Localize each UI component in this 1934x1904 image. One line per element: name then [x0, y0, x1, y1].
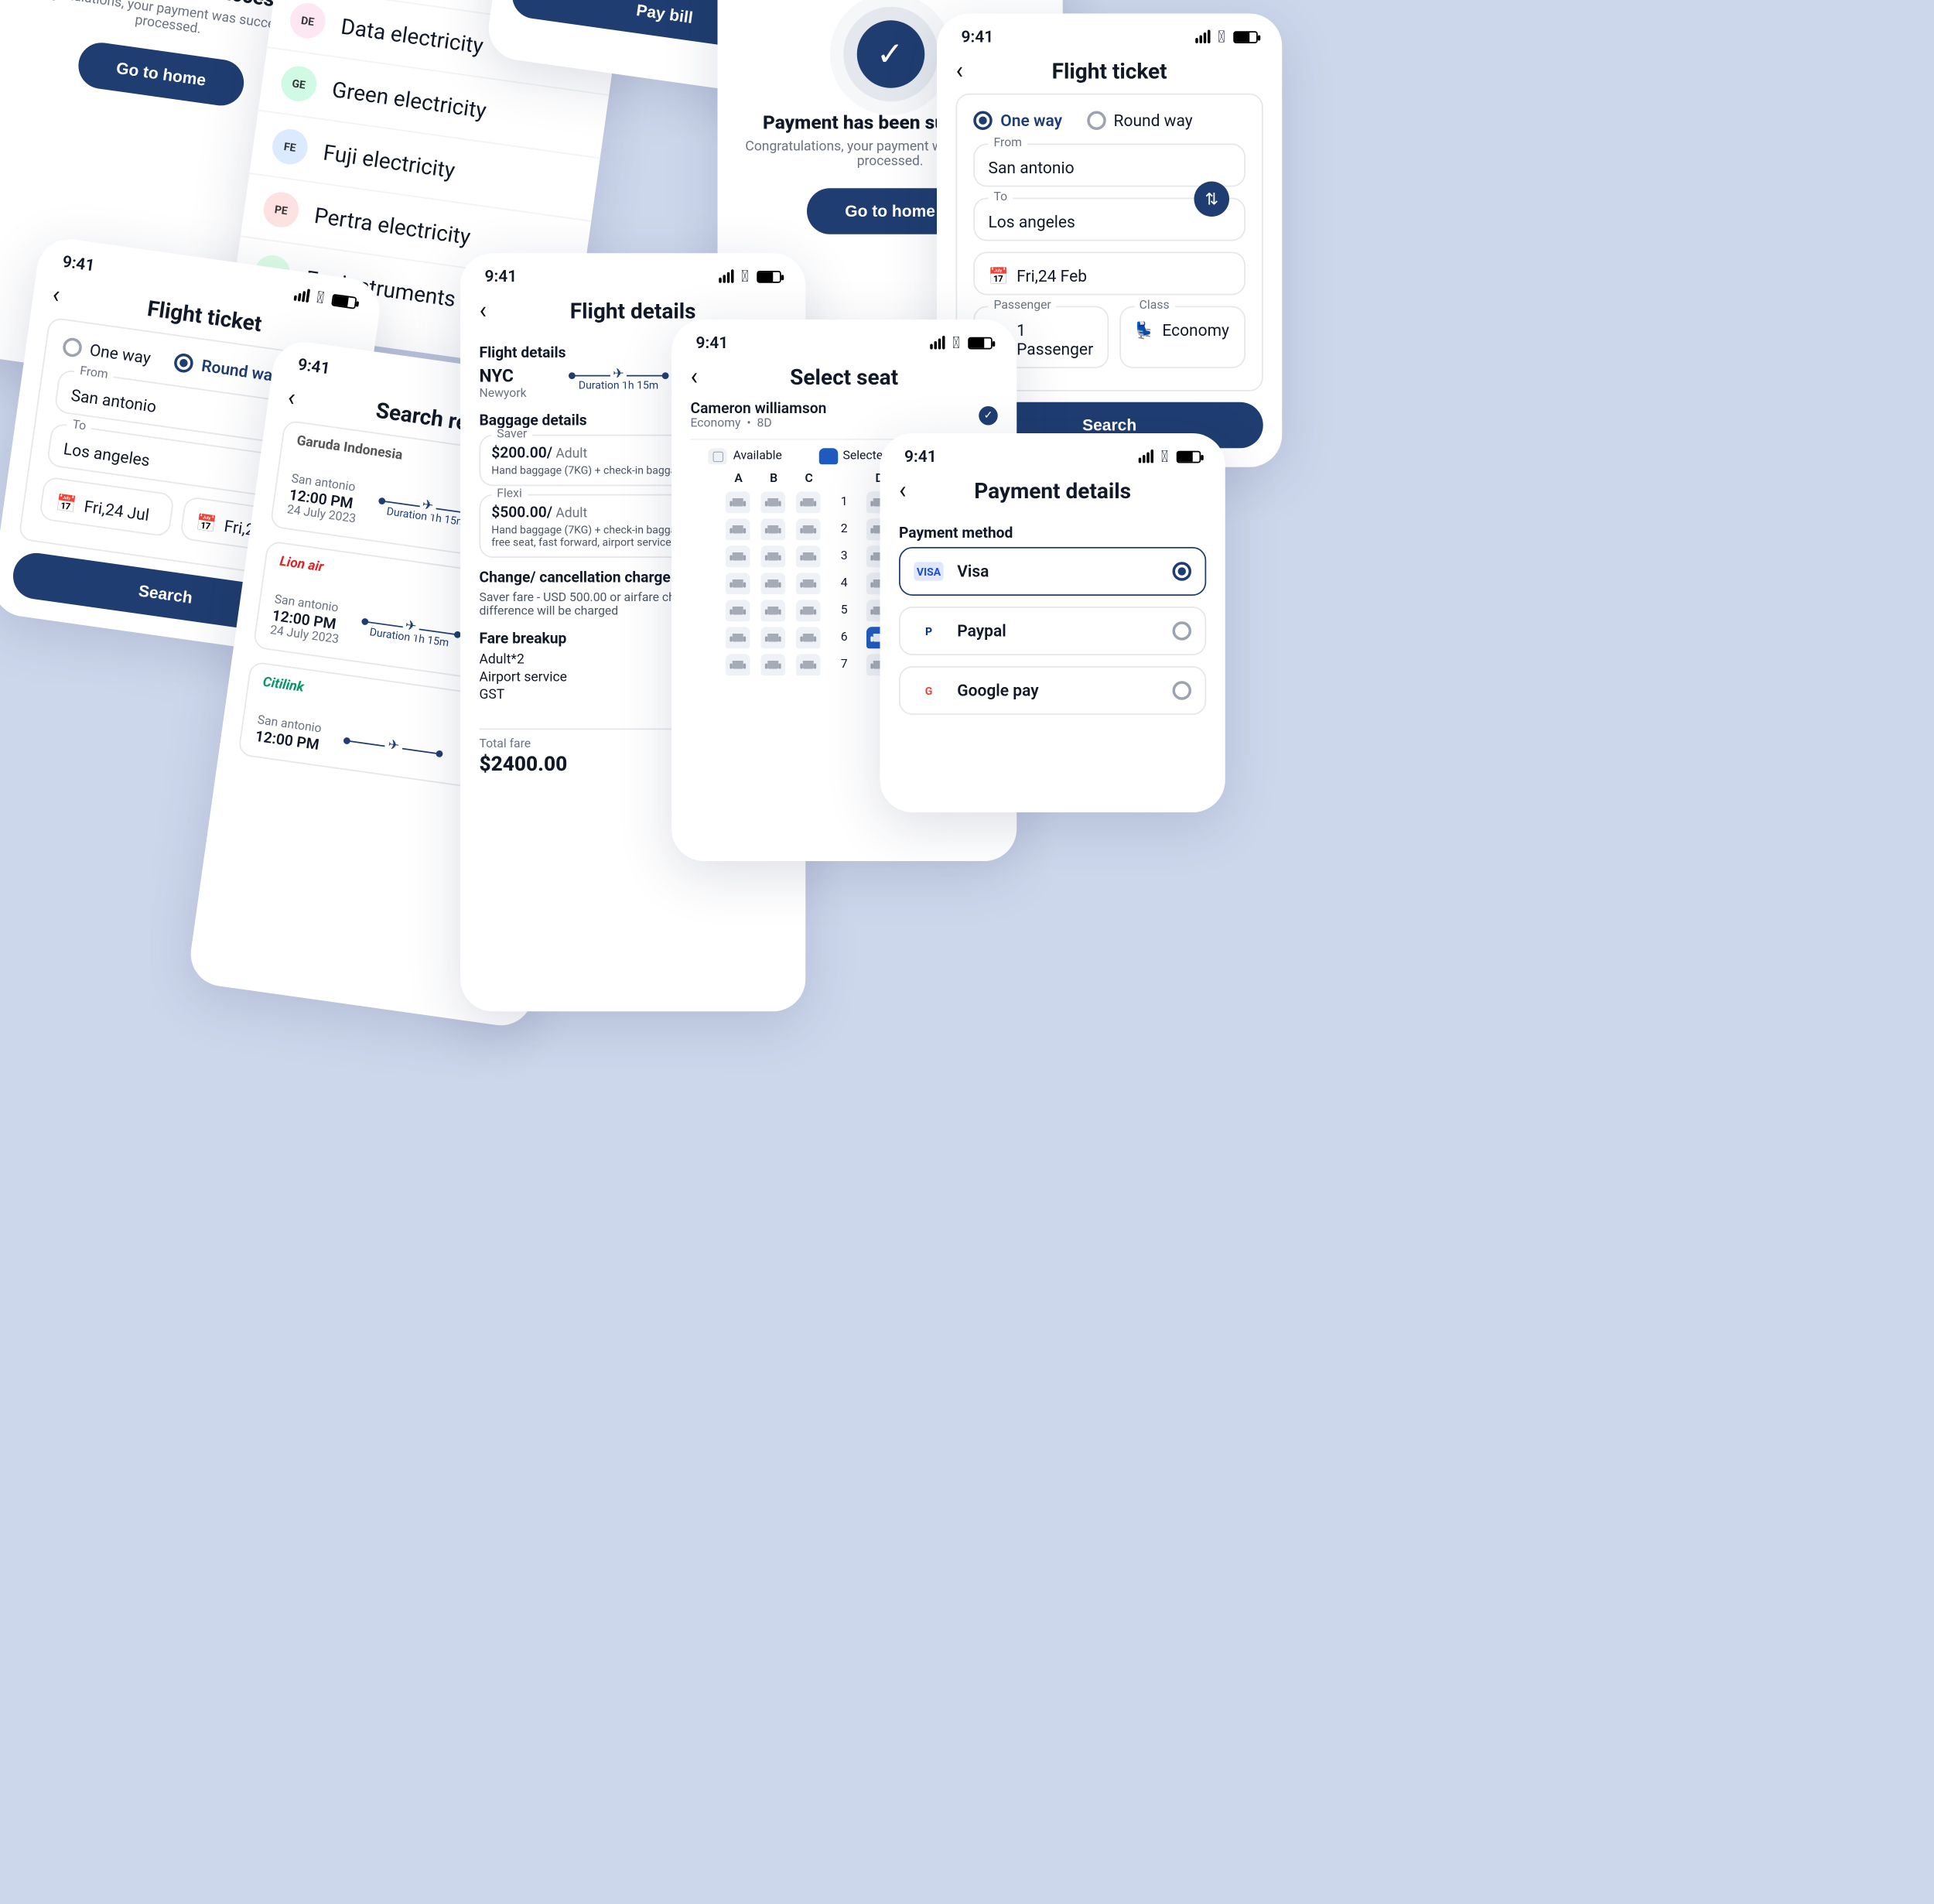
airline-name: Lion air	[276, 555, 324, 594]
check-icon: ✓	[979, 405, 998, 425]
screen-payment-details: 9:41􀙇 ‹ Payment details Payment method V…	[880, 433, 1225, 812]
radio-indicator	[1173, 562, 1192, 581]
seat[interactable]	[725, 518, 750, 540]
status-time: 9:41	[696, 333, 729, 353]
calendar-icon: 📅	[55, 493, 77, 514]
radio-indicator	[1173, 621, 1192, 641]
provider-name: Pertra electricity	[313, 202, 472, 249]
status-bar: 9:41 􀙇	[937, 14, 1282, 52]
status-time: 9:41	[485, 267, 518, 286]
status-indicators: 􀙇	[1195, 27, 1258, 46]
provider-logo: DE	[288, 1, 327, 40]
status-time: 9:41	[904, 447, 937, 467]
from-code: NYC	[480, 367, 527, 387]
calendar-icon: 📅	[989, 267, 1009, 286]
radio-one-way[interactable]: One way	[62, 337, 152, 367]
calendar-icon: 📅	[195, 513, 217, 535]
seat[interactable]	[725, 654, 750, 675]
seat[interactable]	[725, 545, 750, 567]
payment-logo: VISA	[914, 562, 944, 581]
plane-icon: ✈	[419, 497, 437, 514]
seat[interactable]	[760, 491, 785, 513]
seat[interactable]	[760, 545, 785, 567]
passenger-name: Cameron williamson	[691, 399, 827, 417]
seat-col-label	[831, 473, 858, 487]
from-field[interactable]: FromSan antonio	[973, 144, 1245, 187]
seat[interactable]	[795, 573, 820, 594]
go-home-button[interactable]: Go to home	[76, 39, 247, 108]
seat-col-label: C	[795, 473, 822, 487]
radio-one-way[interactable]: One way	[973, 111, 1062, 131]
row-number: 4	[831, 577, 858, 591]
status-time: 9:41	[61, 252, 96, 275]
payment-name: Paypal	[957, 621, 1006, 641]
seat[interactable]	[795, 654, 820, 675]
seat[interactable]	[725, 600, 750, 621]
wifi-icon: 􀙇	[1218, 27, 1225, 46]
signal-icon	[1195, 30, 1210, 44]
depart-info: San antonio 12:00 PM 24 July 2023	[269, 593, 344, 648]
radio-round-way[interactable]: Round way	[173, 352, 282, 385]
seat[interactable]	[760, 654, 785, 675]
duration-info: ✈ Duration 1h 15m	[361, 620, 457, 650]
date-field[interactable]: 📅Fri,24 Feb	[973, 252, 1245, 296]
battery-icon	[1233, 30, 1258, 43]
provider-name: Fuji electricity	[322, 138, 457, 183]
row-number: 7	[831, 658, 858, 672]
seat[interactable]	[725, 627, 750, 648]
page-title: Payment details	[899, 478, 1206, 504]
seat[interactable]	[795, 491, 820, 513]
check-icon: ✓	[856, 20, 924, 88]
provider-logo: GE	[279, 64, 319, 104]
payment-logo: P	[914, 621, 944, 641]
status-time: 9:41	[296, 354, 331, 378]
payment-method-paypal[interactable]: P Paypal	[899, 607, 1206, 655]
depart-info: San antonio 12:00 PM 24 July 2023	[286, 473, 361, 527]
payment-method-visa[interactable]: VISA Visa	[899, 547, 1206, 596]
seat[interactable]	[795, 545, 820, 567]
seat-col-label: A	[725, 473, 752, 487]
duration-info: ✈	[346, 740, 440, 757]
seat[interactable]	[725, 491, 750, 513]
seat-icon: 💺	[1134, 321, 1154, 340]
status-time: 9:41	[962, 27, 994, 46]
plane-icon: ✈	[384, 737, 403, 754]
provider-name: Data electricity	[340, 12, 485, 58]
page-title: Flight ticket	[956, 58, 1263, 84]
seat[interactable]	[795, 600, 820, 621]
payment-method-google-pay[interactable]: G Google pay	[899, 666, 1206, 715]
payment-name: Visa	[957, 562, 989, 581]
payment-logo: G	[914, 681, 944, 700]
radio-round-way[interactable]: Round way	[1087, 111, 1193, 131]
plane-icon: ✈	[610, 367, 627, 381]
from-city: Newyork	[480, 388, 527, 402]
provider-logo: PE	[261, 190, 301, 229]
seat[interactable]	[760, 518, 785, 540]
page-title: Select seat	[691, 364, 998, 390]
provider-logo: FE	[270, 127, 309, 166]
payment-method-section: Payment method	[899, 524, 1206, 542]
row-number: 2	[831, 523, 858, 537]
row-number: 5	[831, 604, 858, 618]
swap-button[interactable]: ⇅	[1194, 182, 1230, 217]
seat[interactable]	[760, 627, 785, 648]
payment-name: Google pay	[957, 681, 1038, 700]
seat[interactable]	[795, 518, 820, 540]
row-number: 3	[831, 550, 858, 564]
class-field[interactable]: Class 💺Economy	[1119, 306, 1245, 369]
row-number: 6	[831, 631, 858, 645]
radio-indicator	[1173, 681, 1192, 700]
depart-date-field[interactable]: 📅Fri,24 Jul	[39, 476, 174, 537]
seat-col-label: B	[760, 473, 788, 487]
seat[interactable]	[760, 573, 785, 594]
plane-icon: ✈	[401, 617, 420, 634]
row-number: 1	[831, 496, 858, 510]
provider-name: Green electricity	[330, 76, 488, 123]
depart-info: San antonio 12:00 PM	[254, 714, 322, 754]
seat[interactable]	[760, 600, 785, 621]
seat[interactable]	[795, 627, 820, 648]
airline-name: Citilink	[259, 675, 305, 715]
seat[interactable]	[725, 573, 750, 594]
